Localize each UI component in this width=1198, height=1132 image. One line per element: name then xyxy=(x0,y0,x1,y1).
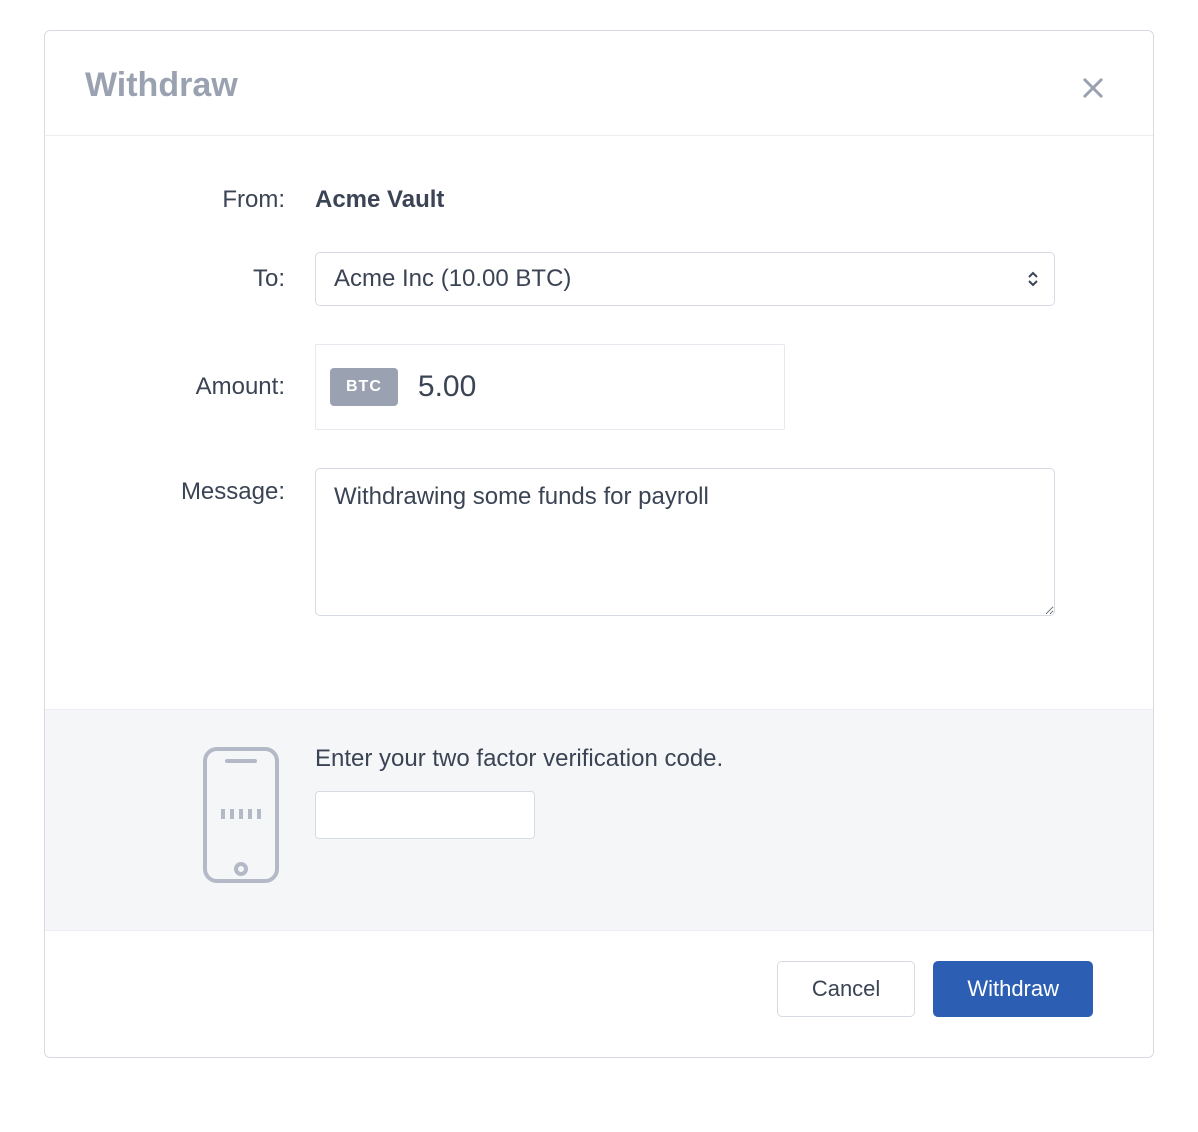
currency-badge: BTC xyxy=(330,368,398,406)
phone-icon xyxy=(197,745,285,885)
cancel-button[interactable]: Cancel xyxy=(777,961,915,1017)
message-label: Message: xyxy=(105,468,315,506)
close-button[interactable] xyxy=(1073,69,1113,109)
from-label: From: xyxy=(105,176,315,214)
modal-body: From: Acme Vault To: Acme Inc (10.00 BTC… xyxy=(45,136,1153,709)
amount-label: Amount: xyxy=(105,373,315,401)
to-select[interactable]: Acme Inc (10.00 BTC) xyxy=(315,252,1055,306)
amount-input[interactable] xyxy=(418,370,804,404)
twofa-section: Enter your two factor verification code. xyxy=(45,709,1153,931)
to-selected-value: Acme Inc (10.00 BTC) xyxy=(334,265,571,293)
to-row: To: Acme Inc (10.00 BTC) xyxy=(105,252,1093,306)
modal-footer: Cancel Withdraw xyxy=(45,931,1153,1057)
close-icon xyxy=(1079,74,1107,102)
twofa-input[interactable] xyxy=(315,791,535,839)
modal-title: Withdraw xyxy=(85,66,1113,105)
withdraw-button[interactable]: Withdraw xyxy=(933,961,1093,1017)
from-value: Acme Vault xyxy=(315,176,1093,214)
modal-header: Withdraw xyxy=(45,31,1153,136)
twofa-label: Enter your two factor verification code. xyxy=(315,745,1093,773)
to-label: To: xyxy=(105,265,315,293)
amount-input-group: BTC xyxy=(315,344,785,430)
message-textarea[interactable] xyxy=(315,468,1055,616)
withdraw-modal: Withdraw From: Acme Vault To: Acme Inc (… xyxy=(44,30,1154,1058)
from-row: From: Acme Vault xyxy=(105,176,1093,214)
amount-row: Amount: BTC xyxy=(105,344,1093,430)
message-row: Message: xyxy=(105,468,1093,621)
